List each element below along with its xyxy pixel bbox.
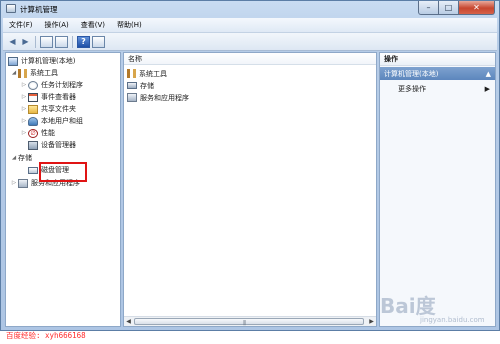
tree-item-shared-folders[interactable]: ▷ 共享文件夹 [20,103,76,115]
list-item[interactable]: 存储 [127,80,154,91]
expand-arrow-icon[interactable]: ▷ [20,118,28,124]
column-header-label: 名称 [128,54,142,63]
close-icon: ✕ [473,2,480,12]
list-item[interactable]: 服务和应用程序 [127,92,189,103]
tree-item-label: 共享文件夹 [41,105,76,113]
expand-arrow-icon[interactable]: ▷ [20,82,28,88]
services-icon [18,178,28,188]
computer-management-window: 计算机管理 – □ ✕ 文件(F) 操作(A) 查看(V) 帮助(H) ◀ ▶ … [0,0,500,331]
properties-icon[interactable] [55,35,68,48]
console-tree-pane[interactable]: 计算机管理(本地) ◢ 系统工具 ▷ 任务计划程序 ▷ 事件查看器 ▷ 共享文件… [5,52,121,327]
list-item-label: 存储 [140,81,154,90]
event-viewer-icon [28,92,38,102]
clock-icon [28,80,38,90]
actions-pane: 操作 计算机管理(本地) ▲ 更多操作 ▶ [379,52,496,327]
tree-item-root[interactable]: 计算机管理(本地) [8,55,75,67]
column-header-name[interactable]: 名称 [124,53,376,65]
storage-icon [127,82,137,89]
toolbar-separator [35,35,36,48]
watermark-url: jingyan.baidu.com [420,316,485,324]
tree-item-label: 存储 [18,154,32,162]
tree-item-label: 系统工具 [30,69,58,77]
menu-view[interactable]: 查看(V) [75,20,111,30]
tools-icon [18,68,27,78]
scroll-left-icon[interactable]: ◀ [124,318,133,326]
horizontal-scrollbar[interactable]: ◀ ||| ▶ [124,316,376,326]
menu-bar: 文件(F) 操作(A) 查看(V) 帮助(H) [3,18,497,33]
actions-group-computer-management[interactable]: 计算机管理(本地) ▲ [380,67,495,80]
toolbar: ◀ ▶ ? [3,33,497,51]
tree-item-device-manager[interactable]: 设备管理器 [28,139,76,151]
submenu-arrow-icon: ▶ [484,85,490,93]
menu-help[interactable]: 帮助(H) [111,20,148,30]
menu-action[interactable]: 操作(A) [39,20,75,30]
show-hide-console-tree-icon[interactable] [40,35,53,48]
list-item[interactable]: 系统工具 [127,68,167,79]
collapse-arrow-icon[interactable]: ◢ [10,155,18,161]
tree-item-label: 本地用户和组 [41,117,83,125]
tree-item-local-users[interactable]: ▷ 本地用户和组 [20,115,83,127]
services-icon [127,93,137,102]
actions-group-label: 计算机管理(本地) [384,69,439,78]
collapse-arrow-icon[interactable]: ◢ [10,70,18,76]
details-pane[interactable]: 名称 系统工具 存储 服务和应用程序 ◀ ||| ▶ [123,52,377,327]
tree-item-label: 性能 [41,129,55,137]
tree-item-system-tools[interactable]: ◢ 系统工具 [10,67,58,79]
tools-icon [127,69,136,78]
baidu-watermark: Bai度 jingyan.baidu.com [380,290,490,330]
minimize-button[interactable]: – [418,1,439,15]
performance-icon: ∅ [28,128,38,138]
actions-header: 操作 [380,53,495,66]
experience-caption: 百度经验: xyh666168 [6,331,86,340]
computer-icon [8,56,18,66]
disk-management-highlight [39,162,87,182]
tree-item-task-scheduler[interactable]: ▷ 任务计划程序 [20,79,83,91]
tree-item-label: 事件查看器 [41,93,76,101]
close-button[interactable]: ✕ [459,1,495,15]
expand-arrow-icon[interactable]: ▷ [20,94,28,100]
tree-item-label: 任务计划程序 [41,81,83,89]
tree-item-storage[interactable]: ◢ 存储 [10,152,32,164]
users-icon [28,116,38,126]
tree-item-performance[interactable]: ▷ ∅ 性能 [20,127,55,139]
menu-file[interactable]: 文件(F) [3,20,39,30]
title-bar[interactable]: 计算机管理 – □ ✕ [1,1,499,17]
disk-icon [28,166,38,174]
back-arrow-icon[interactable]: ◀ [7,36,18,47]
collapse-arrow-icon[interactable]: ▲ [486,70,491,78]
maximize-icon: □ [444,2,453,12]
window-title: 计算机管理 [20,5,58,14]
list-item-label: 服务和应用程序 [140,93,189,102]
show-hide-action-pane-icon[interactable] [92,35,105,48]
watermark-logo: Bai度 [380,294,436,318]
forward-arrow-icon[interactable]: ▶ [20,36,31,47]
shared-folder-icon [28,104,38,114]
scroll-right-icon[interactable]: ▶ [367,318,376,326]
device-manager-icon [28,140,38,150]
expand-arrow-icon[interactable]: ▷ [10,180,18,186]
minimize-icon: – [426,2,431,12]
expand-arrow-icon[interactable]: ▷ [20,130,28,136]
more-actions-item[interactable]: 更多操作 ▶ [398,83,494,95]
help-icon[interactable]: ? [77,35,90,48]
tree-item-label: 计算机管理(本地) [21,57,76,65]
actions-header-label: 操作 [384,55,398,63]
window-controls: – □ ✕ [418,1,495,15]
more-actions-label: 更多操作 [398,85,426,93]
maximize-button[interactable]: □ [439,1,459,15]
scroll-grip-icon: ||| [243,320,246,326]
toolbar-separator [72,35,73,48]
list-item-label: 系统工具 [139,69,167,78]
expand-arrow-icon[interactable]: ▷ [20,106,28,112]
tree-item-label: 设备管理器 [41,141,76,149]
computer-management-icon [6,4,16,13]
tree-item-event-viewer[interactable]: ▷ 事件查看器 [20,91,76,103]
scrollbar-thumb[interactable]: ||| [134,318,364,326]
